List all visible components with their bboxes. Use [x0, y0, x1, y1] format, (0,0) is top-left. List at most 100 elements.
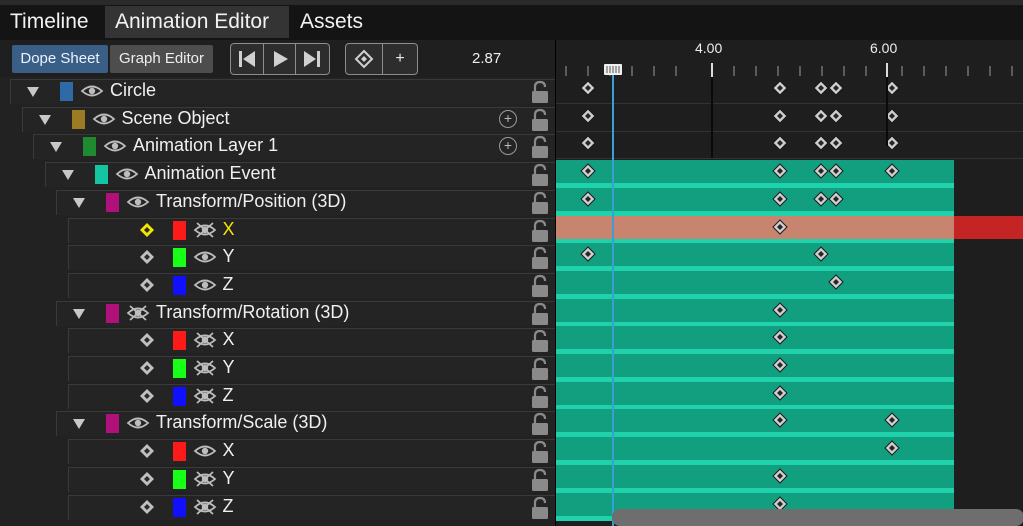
keyframe-track[interactable]: [556, 187, 1023, 216]
keyframe-diamond-icon[interactable]: [139, 277, 155, 298]
tree-row[interactable]: Y: [0, 466, 555, 492]
keyframe-diamond-icon[interactable]: [772, 218, 788, 235]
jump-to-end-button[interactable]: [295, 44, 327, 74]
keyframe-diamond-icon[interactable]: [139, 443, 155, 464]
visibility-off-icon[interactable]: [193, 470, 217, 493]
visibility-icon[interactable]: [80, 82, 104, 105]
keyframe-diamond-icon[interactable]: [884, 440, 900, 456]
visibility-icon[interactable]: [126, 414, 150, 437]
keyframe-diamond-icon[interactable]: [139, 249, 155, 270]
keyframe-diamond-icon[interactable]: [772, 357, 788, 373]
keyframe-track[interactable]: [556, 437, 1023, 466]
keyframe-diamond-icon[interactable]: [772, 468, 788, 484]
visibility-off-icon[interactable]: [193, 331, 217, 354]
keyframe-track[interactable]: [556, 298, 1023, 327]
visibility-icon[interactable]: [126, 193, 150, 216]
expand-triangle-icon[interactable]: [61, 170, 74, 181]
visibility-icon[interactable]: [193, 442, 217, 465]
keyframe-diamond-icon[interactable]: [884, 80, 900, 96]
keyframe-track[interactable]: [556, 105, 1023, 132]
keyframe-diamond-icon[interactable]: [580, 246, 596, 262]
tree-row[interactable]: Animation Layer 1 +: [0, 133, 555, 160]
lock-icon[interactable]: [530, 468, 550, 497]
jump-to-start-button[interactable]: [231, 44, 263, 74]
expand-triangle-icon[interactable]: [73, 197, 85, 208]
lock-icon[interactable]: [530, 385, 550, 414]
keyframe-diamond-icon[interactable]: [813, 107, 829, 124]
lock-icon[interactable]: [530, 246, 550, 275]
keyframe-diamond-icon[interactable]: [828, 135, 844, 152]
keyframe-diamond-icon[interactable]: [772, 80, 788, 96]
keyframe-track[interactable]: [556, 270, 1023, 299]
lock-icon[interactable]: [530, 329, 550, 358]
keyframe-track[interactable]: [556, 215, 1023, 244]
play-button[interactable]: [263, 44, 295, 74]
tree-row[interactable]: Y: [0, 355, 555, 381]
add-keyframe-button[interactable]: +: [382, 44, 417, 74]
lock-icon[interactable]: [530, 108, 550, 137]
lock-icon[interactable]: [530, 274, 550, 303]
keyframe-diamond-icon[interactable]: [884, 107, 900, 124]
lock-icon[interactable]: [530, 135, 550, 164]
expand-triangle-icon[interactable]: [50, 142, 62, 153]
keyframe-diamond-icon[interactable]: [884, 135, 900, 152]
keyframe-diamond-icon[interactable]: [139, 471, 155, 492]
graph-editor-button[interactable]: Graph Editor: [110, 45, 213, 73]
keyframe-diamond-icon[interactable]: [580, 80, 596, 96]
add-track-button[interactable]: +: [499, 109, 517, 128]
timeline-scrollbar[interactable]: [612, 509, 1023, 526]
expand-triangle-icon[interactable]: [73, 308, 85, 319]
keyframe-diamond-icon[interactable]: [139, 360, 155, 381]
keyframe-diamond-icon[interactable]: [772, 412, 788, 429]
lock-icon[interactable]: [530, 191, 550, 220]
visibility-icon[interactable]: [103, 137, 127, 160]
visibility-icon[interactable]: [115, 165, 139, 188]
keyframe-diamond-icon[interactable]: [828, 80, 844, 96]
keyframe-diamond-icon[interactable]: [772, 191, 788, 207]
lock-icon[interactable]: [530, 440, 550, 469]
keyframe-diamond-icon[interactable]: [813, 135, 829, 152]
keyframe-diamond-icon[interactable]: [139, 499, 155, 520]
tab-timeline[interactable]: Timeline: [0, 6, 104, 38]
keyframe-track[interactable]: [556, 326, 1023, 355]
lock-icon[interactable]: [530, 357, 550, 386]
keyframe-track[interactable]: [556, 77, 1023, 104]
keyframe-diamond-icon[interactable]: [580, 107, 596, 124]
tree-row[interactable]: Transform/Scale (3D): [0, 410, 555, 437]
tree-row[interactable]: X: [0, 327, 555, 354]
lock-icon[interactable]: [530, 219, 550, 248]
time-ruler[interactable]: [556, 63, 1023, 77]
keyframe-diamond-icon[interactable]: [828, 274, 844, 290]
visibility-off-icon[interactable]: [126, 304, 150, 327]
keyframe-diamond-icon[interactable]: [580, 191, 596, 207]
keyframe-diamond-icon[interactable]: [813, 80, 829, 96]
tree-row[interactable]: Z: [0, 383, 555, 409]
lock-icon[interactable]: [530, 80, 550, 109]
keyframe-track[interactable]: [556, 354, 1023, 382]
keyframe-diamond-icon[interactable]: [139, 388, 155, 409]
keyframe-track[interactable]: [556, 464, 1023, 493]
keyframe-diamond-icon[interactable]: [772, 329, 788, 346]
keyframe-diamond-icon[interactable]: [828, 107, 844, 124]
keyframe-diamond-icon[interactable]: [813, 163, 829, 179]
visibility-icon[interactable]: [193, 276, 217, 299]
keyframe-diamond-icon[interactable]: [884, 412, 900, 429]
keyframe-track[interactable]: [556, 132, 1023, 160]
expand-triangle-icon[interactable]: [73, 419, 85, 430]
keyframe-button[interactable]: [346, 44, 382, 74]
expand-triangle-icon[interactable]: [38, 114, 51, 125]
keyframe-diamond-icon[interactable]: [813, 246, 829, 262]
visibility-off-icon[interactable]: [193, 387, 217, 410]
keyframe-diamond-icon[interactable]: [139, 332, 155, 353]
keyframe-diamond-icon[interactable]: [772, 135, 788, 152]
lock-icon[interactable]: [530, 496, 550, 525]
dope-sheet-button[interactable]: Dope Sheet: [12, 45, 108, 73]
keyframe-diamond-icon[interactable]: [772, 163, 788, 179]
tab-assets[interactable]: Assets: [290, 6, 380, 38]
keyframe-diamond-icon[interactable]: [139, 222, 155, 243]
keyframe-diamond-icon[interactable]: [772, 107, 788, 124]
tree-row[interactable]: Z: [0, 494, 555, 520]
keyframe-diamond-icon[interactable]: [772, 384, 788, 401]
keyframe-diamond-icon[interactable]: [884, 163, 900, 179]
visibility-icon[interactable]: [193, 248, 217, 271]
